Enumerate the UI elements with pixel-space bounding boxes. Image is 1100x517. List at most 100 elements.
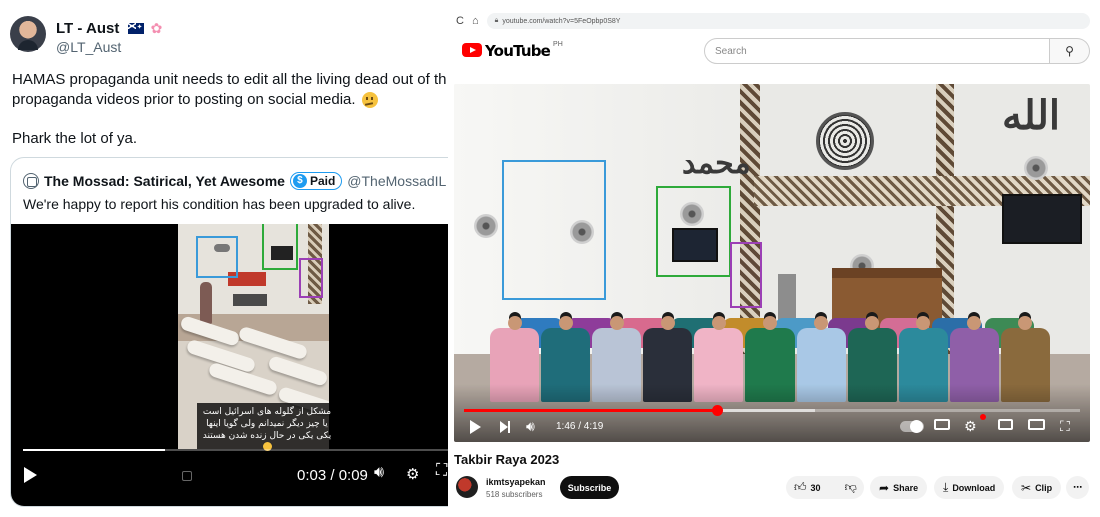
settings-gear-icon[interactable]: ⚙: [406, 465, 419, 483]
table: [233, 294, 267, 306]
dollar-icon: $: [292, 174, 307, 188]
scrubber-handle[interactable]: [711, 405, 723, 416]
cherry-blossom-icon: ✿: [150, 20, 163, 36]
annotation-box-purple: [730, 242, 762, 308]
like-dislike-group: 👍︎ 30 👎︎: [786, 476, 864, 499]
calligraphy-medallion: [816, 112, 874, 170]
dislike-button[interactable]: 👎︎: [837, 476, 865, 499]
search-placeholder: Search: [715, 45, 747, 57]
download-label: Download: [952, 482, 996, 493]
wall-tv-large: [1002, 194, 1082, 244]
share-label: Share: [893, 482, 919, 493]
video-player[interactable]: محمد الله 🔊︎ 1:46 / 4:19 ⚙ ⛶: [454, 84, 1090, 442]
quoted-account-avatar-icon[interactable]: [23, 173, 39, 189]
clip-button[interactable]: ✂ Clip: [1012, 476, 1062, 499]
calligraphy-allah: الله: [1002, 92, 1060, 139]
quoted-video-progress-fill: [23, 449, 165, 451]
play-icon[interactable]: [24, 467, 37, 483]
record-icon: [182, 471, 192, 481]
door: [778, 274, 796, 324]
fullscreen-icon[interactable]: ⛶: [1060, 418, 1070, 434]
reload-icon[interactable]: C: [456, 15, 464, 27]
calligraphy-muhammad: محمد: [682, 146, 751, 181]
like-button[interactable]: 👍︎ 30: [786, 476, 829, 499]
url-field[interactable]: 🔒︎ youtube.com/watch?v=5FeOpbp0S8Y: [486, 13, 1090, 29]
subscriber-count: 518 subscribers: [486, 490, 543, 499]
australia-flag-icon: [127, 23, 144, 34]
settings-gear-icon[interactable]: ⚙: [964, 418, 977, 434]
standing-person: [200, 282, 212, 324]
theater-mode-icon[interactable]: [1028, 419, 1045, 430]
search-button[interactable]: ⚲: [1050, 38, 1090, 64]
tweet-card: LT - Aust ✿ @LT_Aust HAMAS propaganda un…: [0, 0, 448, 517]
lock-icon: 🔒︎: [494, 17, 499, 24]
hd-badge-icon: [980, 414, 986, 420]
wall-fan-icon: [474, 214, 498, 238]
quoted-tweet-text: We're happy to report his condition has …: [23, 196, 416, 212]
share-button[interactable]: ➦ Share: [870, 476, 928, 499]
tweet-line-3: Phark the lot of ya.: [12, 130, 138, 147]
thumbs-down-icon: 👎︎: [844, 480, 857, 494]
volume-icon[interactable]: 🔊︎: [526, 418, 535, 434]
download-icon: ⤓: [943, 480, 949, 494]
tweet-body: HAMAS propaganda unit needs to edit all …: [12, 70, 448, 149]
quoted-tweet-header: The Mossad: Satirical, Yet Awesome $ Pai…: [23, 172, 448, 190]
country-code: PH: [553, 41, 563, 48]
search-input[interactable]: Search: [704, 38, 1050, 64]
fullscreen-icon[interactable]: ⛶: [436, 462, 447, 480]
youtube-play-icon: [462, 43, 482, 57]
user-handle[interactable]: @LT_Aust: [56, 39, 121, 55]
quoted-account-name[interactable]: The Mossad: Satirical, Yet Awesome: [44, 173, 285, 189]
clip-label: Clip: [1035, 482, 1053, 493]
share-arrow-icon: ➦: [879, 480, 890, 495]
youtube-logo[interactable]: YouTube PH: [462, 41, 563, 60]
scissors-icon: ✂: [1021, 480, 1032, 495]
thinking-face-emoji-icon: [361, 92, 378, 108]
video-title: Takbir Raya 2023: [454, 452, 560, 467]
video-progress-fill: [464, 409, 717, 412]
quoted-tweet[interactable]: The Mossad: Satirical, Yet Awesome $ Pai…: [10, 157, 448, 507]
lattice-pillar: [740, 84, 760, 354]
video-caption-text: مشکل از گلوله های اسرائیل است یا چیز دیگ…: [202, 407, 332, 441]
annotation-box-green: [656, 186, 731, 277]
subtitles-icon[interactable]: [934, 419, 950, 430]
user-display-name[interactable]: LT - Aust ✿: [56, 20, 162, 37]
annotation-box-blue: [196, 236, 238, 278]
autoplay-toggle[interactable]: [900, 420, 924, 433]
tweet-line-2: propaganda videos prior to posting on so…: [12, 90, 448, 110]
quoted-video-progress-bar[interactable]: [23, 449, 448, 451]
channel-avatar[interactable]: [456, 476, 478, 498]
shrouded-body: [267, 355, 329, 387]
quoted-account-handle[interactable]: @TheMossadIL · Nov: [347, 173, 448, 189]
like-count: 30: [810, 482, 821, 493]
more-actions-button[interactable]: ⋯: [1066, 476, 1089, 499]
browser-address-bar: C ⌂ 🔒︎ youtube.com/watch?v=5FeOpbp0S8Y: [456, 12, 1090, 30]
thumbs-up-icon: 👍︎: [794, 480, 807, 494]
search-icon: ⚲: [1065, 44, 1074, 58]
paid-badge-label: Paid: [309, 174, 336, 188]
channel-name[interactable]: ikmtsyapekan: [486, 477, 546, 487]
volume-icon[interactable]: 🔊︎: [374, 464, 384, 482]
wall-fan-icon: [1024, 156, 1048, 180]
subscribe-button[interactable]: Subscribe: [560, 476, 619, 499]
video-progress-bar[interactable]: [464, 405, 1080, 416]
more-dots-icon: ⋯: [1073, 482, 1082, 492]
video-time: 1:46 / 4:19: [556, 421, 604, 432]
miniplayer-icon[interactable]: [998, 419, 1013, 430]
next-icon[interactable]: [500, 421, 510, 433]
quoted-video-player[interactable]: مشکل از گلوله های اسرائیل است یا چیز دیگ…: [11, 224, 448, 506]
shrouded-body: [237, 325, 309, 361]
tweet-line-1: HAMAS propaganda unit needs to edit all …: [12, 71, 447, 88]
tweet-line-2-text: propaganda videos prior to posting on so…: [12, 91, 356, 108]
annotation-box-purple: [299, 258, 323, 298]
url-text: youtube.com/watch?v=5FeOpbp0S8Y: [502, 17, 621, 25]
play-icon[interactable]: [470, 420, 481, 434]
quoted-video-time: 0:03 / 0:09: [297, 467, 368, 484]
annotation-box-green: [262, 224, 298, 270]
user-avatar[interactable]: [10, 16, 46, 52]
controls-gradient: [454, 384, 1090, 442]
download-button[interactable]: ⤓ Download: [934, 476, 1005, 499]
youtube-window: C ⌂ 🔒︎ youtube.com/watch?v=5FeOpbp0S8Y Y…: [450, 0, 1100, 517]
home-icon[interactable]: ⌂: [472, 15, 479, 27]
user-display-name-text: LT - Aust: [56, 20, 120, 37]
